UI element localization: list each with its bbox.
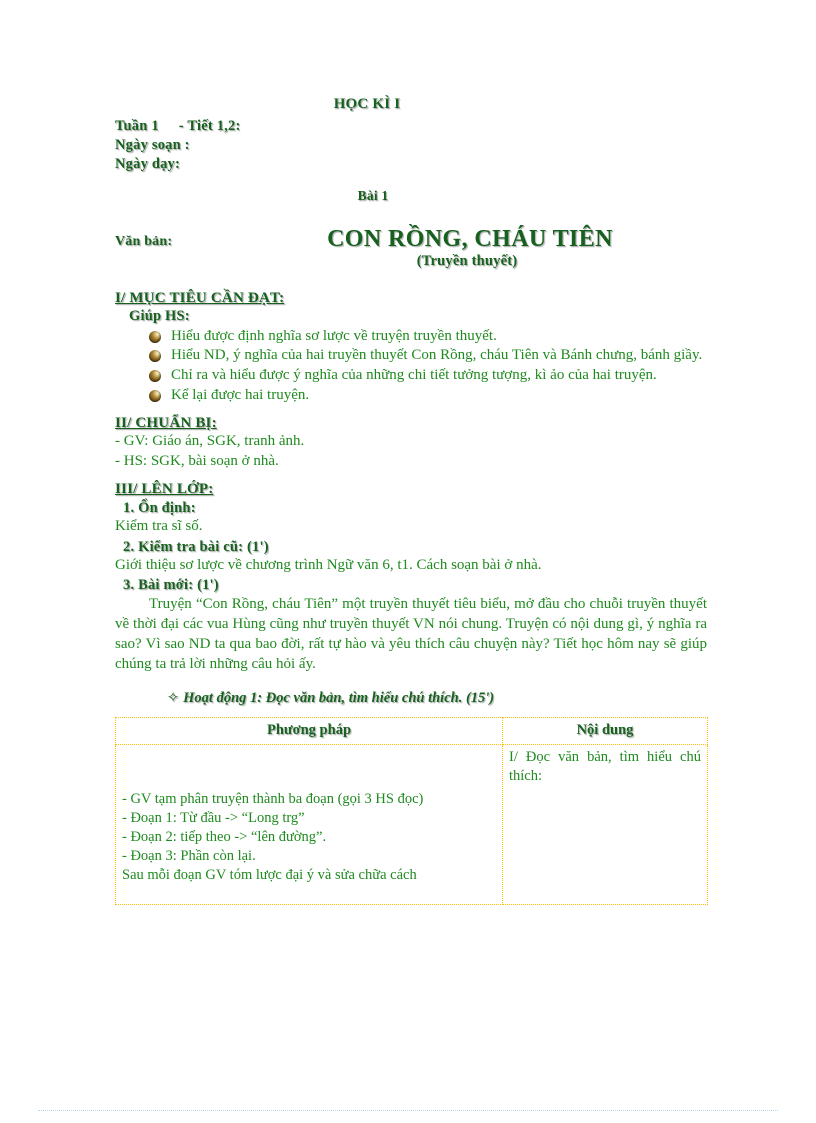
- sphere-bullet-icon: [149, 390, 161, 403]
- column-header-method: Phương pháp: [115, 717, 503, 746]
- list-item: Kể lại được hai truyện.: [149, 386, 707, 405]
- activity-heading-text: Hoạt động 1: Đọc văn bản, tìm hiểu chú t…: [183, 690, 495, 707]
- list-item: Hiểu được định nghĩa sơ lược về truyện t…: [149, 327, 707, 346]
- method-line-2: - Đoạn 1: Từ đầu -> “Long trg”: [122, 810, 305, 827]
- lesson-plan-table: Phương pháp Nội dung - GV tạm phân truyệ…: [115, 717, 708, 906]
- diamond-star-icon: ✧: [167, 690, 180, 707]
- objective-text: Kể lại được hai truyện.: [171, 387, 310, 404]
- document-page: HỌC KÌ I Tuần 1 - Tiết 1,2: Ngày soạn : N…: [0, 0, 816, 1123]
- date-prepared-label: Ngày soạn :: [115, 136, 190, 153]
- semester-header: HỌC KÌ I: [333, 96, 401, 112]
- section-heading-preparation: II/ CHUẨN BỊ:: [115, 415, 217, 432]
- method-line-4: - Đoạn 3: Phần còn lại.: [122, 848, 256, 864]
- sphere-bullet-icon: [149, 350, 161, 363]
- sphere-bullet-icon: [149, 370, 161, 383]
- page-title: CON RỒNG, CHÁU TIÊN: [327, 225, 613, 252]
- section-heading-objectives: I/ MỤC TIÊU CẦN ĐẠT:: [115, 289, 285, 306]
- content-line-1: I/ Đọc văn bản, tìm hiểu chú thích:: [509, 749, 701, 785]
- document-content: HỌC KÌ I Tuần 1 - Tiết 1,2: Ngày soạn : N…: [115, 96, 708, 906]
- week-label: Tuần 1: [115, 118, 159, 134]
- table-header-row: Phương pháp Nội dung: [115, 717, 708, 746]
- page-subtitle: (Truyền thuyết): [416, 252, 518, 269]
- section-heading-classroom: III/ LÊN LỚP:: [115, 481, 214, 498]
- column-header-content: Nội dung: [502, 717, 708, 746]
- activity-heading: ✧ Hoạt động 1: Đọc văn bản, tìm hiểu chú …: [115, 690, 707, 707]
- objectives-list: Hiểu được định nghĩa sơ lược về truyện t…: [115, 327, 707, 406]
- subheading-giup-hs: Giúp HS:: [129, 307, 190, 324]
- title-block: Văn bản: CON RỒNG, CHÁU TIÊN (Truyền thu…: [115, 226, 707, 280]
- cell-content: I/ Đọc văn bản, tìm hiểu chú thích:: [502, 744, 708, 906]
- date-taught-label: Ngày dạy:: [115, 155, 181, 172]
- step-2-body: Giới thiệu sơ lược về chương trình Ngữ v…: [115, 556, 542, 573]
- objective-text: Chỉ ra và hiểu được ý nghĩa của những ch…: [171, 367, 657, 384]
- step-3-title: 3. Bài mới: (1'): [123, 577, 219, 594]
- footer-divider: [38, 1110, 778, 1111]
- method-line-3: - Đoạn 2: tiếp theo -> “lên đường”.: [122, 829, 327, 846]
- week-period-line: Tuần 1 - Tiết 1,2:: [115, 117, 707, 136]
- period-label: - Tiết 1,2:: [178, 118, 241, 134]
- method-line-1: - GV tạm phân truyện thành ba đoạn (gọi …: [122, 791, 424, 808]
- cell-method: - GV tạm phân truyện thành ba đoạn (gọi …: [115, 744, 503, 906]
- method-line-5: Sau mỗi đoạn GV tóm lược đại ý và sửa ch…: [122, 866, 417, 883]
- list-item: Hiểu ND, ý nghĩa của hai truyền thuyết C…: [149, 346, 707, 365]
- table-row: - GV tạm phân truyện thành ba đoạn (gọi …: [115, 744, 708, 906]
- objective-text: Hiểu được định nghĩa sơ lược về truyện t…: [171, 327, 497, 344]
- preparation-item-hs: - HS: SGK, bài soạn ở nhà.: [115, 452, 279, 469]
- lesson-number: Bài 1: [357, 187, 389, 203]
- step-2-title: 2. Kiểm tra bài cũ: (1'): [123, 538, 269, 555]
- list-item: Chỉ ra và hiểu được ý nghĩa của những ch…: [149, 366, 707, 385]
- step-3-body: Truyện “Con Rồng, cháu Tiên” một truyền …: [115, 596, 707, 673]
- step-1-title: 1. Ổn định:: [123, 500, 196, 517]
- objective-text: Hiểu ND, ý nghĩa của hai truyền thuyết C…: [171, 347, 703, 364]
- sphere-bullet-icon: [149, 330, 161, 343]
- preparation-item-gv: - GV: Giáo án, SGK, tranh ảnh.: [115, 433, 305, 450]
- step-1-body: Kiểm tra sĩ số.: [115, 518, 203, 535]
